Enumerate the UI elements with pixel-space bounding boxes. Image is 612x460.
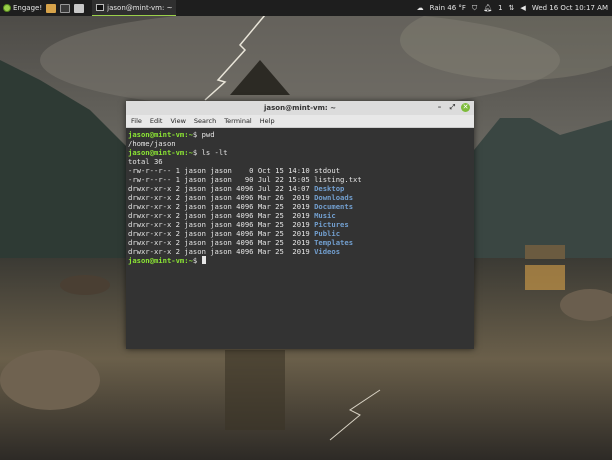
menu-file[interactable]: File	[131, 117, 142, 125]
directory-name: Music	[314, 211, 336, 220]
listing-text: drwxr-xr-x 2 jason jason 4096 Mar 25 201…	[128, 229, 315, 238]
directory-name: Templates	[314, 238, 354, 247]
terminal-prompt-line: jason@mint-vm:~$ ls -lt	[128, 148, 472, 157]
terminal-output-line: -rw-r--r-- 1 jason jason 90 Jul 22 15:05…	[128, 175, 472, 184]
mint-logo-icon	[3, 4, 11, 12]
weather-text[interactable]: Rain 46 °F	[430, 4, 466, 12]
listing-text: drwxr-xr-x 2 jason jason 4096 Jul 22 14:…	[128, 184, 315, 193]
directory-name: Public	[314, 229, 341, 238]
listing-text: -rw-r--r-- 1 jason jason 90 Jul 22 15:05	[128, 175, 315, 184]
network-icon[interactable]: ⇅	[509, 4, 515, 12]
listing-text: drwxr-xr-x 2 jason jason 4096 Mar 26 201…	[128, 193, 315, 202]
listing-text: total 36	[128, 157, 163, 166]
notification-count[interactable]: 1	[498, 4, 502, 12]
window-title: jason@mint-vm: ~	[264, 104, 336, 112]
window-titlebar[interactable]: jason@mint-vm: ~ – ⤢ ✕	[126, 101, 474, 115]
file-name: listing.txt	[314, 175, 362, 184]
listing-text: drwxr-xr-x 2 jason jason 4096 Mar 25 201…	[128, 247, 315, 256]
terminal-output[interactable]: jason@mint-vm:~$ pwd/home/jason jason@min…	[126, 128, 474, 267]
terminal-icon	[96, 4, 105, 11]
terminal-prompt-line: jason@mint-vm:~$	[128, 256, 472, 265]
prompt-user-host: jason@mint-vm:~	[128, 148, 193, 157]
directory-name: Documents	[314, 202, 354, 211]
listing-text: drwxr-xr-x 2 jason jason 4096 Mar 25 201…	[128, 202, 315, 211]
listing-text: drwxr-xr-x 2 jason jason 4096 Mar 25 201…	[128, 238, 315, 247]
terminal-window[interactable]: jason@mint-vm: ~ – ⤢ ✕ File Edit View Se…	[126, 101, 474, 349]
menu-label: Engage!	[13, 4, 43, 12]
show-desktop-icon[interactable]	[74, 3, 85, 13]
menu-button[interactable]: Engage!	[3, 4, 42, 12]
terminal-output-line: /home/jason	[128, 139, 472, 148]
command-text: $ pwd	[192, 130, 215, 139]
files-launcher-icon[interactable]	[46, 3, 57, 13]
prompt-user-host: jason@mint-vm:~	[128, 256, 193, 265]
directory-name: Downloads	[314, 193, 354, 202]
terminal-launcher-icon[interactable]	[60, 3, 71, 13]
volume-icon[interactable]: ◀	[520, 4, 525, 12]
terminal-output-line: drwxr-xr-x 2 jason jason 4096 Mar 25 201…	[128, 211, 472, 220]
text-cursor	[201, 256, 206, 264]
minimize-icon[interactable]: –	[435, 103, 444, 112]
directory-name: Desktop	[314, 184, 345, 193]
menu-help[interactable]: Help	[260, 117, 275, 125]
close-icon[interactable]: ✕	[461, 103, 470, 112]
directory-name: Pictures	[314, 220, 349, 229]
menu-search[interactable]: Search	[194, 117, 216, 125]
clock[interactable]: Wed 16 Oct 10:17 AM	[532, 4, 608, 12]
menu-edit[interactable]: Edit	[150, 117, 163, 125]
terminal-output-line: total 36	[128, 157, 472, 166]
listing-text: /home/jason	[128, 139, 176, 148]
task-title: jason@mint-vm: ~	[107, 3, 173, 12]
listing-text: drwxr-xr-x 2 jason jason 4096 Mar 25 201…	[128, 211, 315, 220]
command-text: $ ls -lt	[192, 148, 228, 157]
directory-name: Videos	[314, 247, 341, 256]
terminal-prompt-line: jason@mint-vm:~$ pwd	[128, 130, 472, 139]
prompt-user-host: jason@mint-vm:~	[128, 130, 193, 139]
listing-text: drwxr-xr-x 2 jason jason 4096 Mar 25 201…	[128, 220, 315, 229]
shield-icon[interactable]: ⛉	[472, 4, 477, 13]
command-text: $	[192, 256, 202, 265]
maximize-icon[interactable]: ⤢	[448, 103, 457, 112]
window-menubar: File Edit View Search Terminal Help	[126, 115, 474, 128]
bell-icon[interactable]: 🔔︎	[483, 4, 492, 12]
cloud-rain-icon[interactable]: ☁	[417, 4, 424, 12]
terminal-output-line: drwxr-xr-x 2 jason jason 4096 Mar 25 201…	[128, 229, 472, 238]
system-tray: ☁ Rain 46 °F ⛉ 🔔︎ 1 ⇅ ◀ Wed 16 Oct 10:17…	[417, 4, 608, 13]
terminal-output-line: drwxr-xr-x 2 jason jason 4096 Mar 25 201…	[128, 220, 472, 229]
terminal-output-line: drwxr-xr-x 2 jason jason 4096 Mar 25 201…	[128, 238, 472, 247]
menu-terminal[interactable]: Terminal	[224, 117, 251, 125]
file-name: stdout	[314, 166, 341, 175]
listing-text: -rw-r--r-- 1 jason jason 0 Oct 15 14:10	[128, 166, 315, 175]
terminal-output-line: drwxr-xr-x 2 jason jason 4096 Mar 25 201…	[128, 247, 472, 256]
terminal-output-line: -rw-r--r-- 1 jason jason 0 Oct 15 14:10 …	[128, 166, 472, 175]
terminal-output-line: drwxr-xr-x 2 jason jason 4096 Mar 26 201…	[128, 193, 472, 202]
taskbar-terminal-window[interactable]: jason@mint-vm: ~	[92, 0, 177, 16]
terminal-output-line: drwxr-xr-x 2 jason jason 4096 Mar 25 201…	[128, 202, 472, 211]
terminal-output-line: drwxr-xr-x 2 jason jason 4096 Jul 22 14:…	[128, 184, 472, 193]
menu-view[interactable]: View	[170, 117, 185, 125]
top-panel: Engage! jason@mint-vm: ~ ☁ Rain 46 °F ⛉ …	[0, 0, 612, 16]
